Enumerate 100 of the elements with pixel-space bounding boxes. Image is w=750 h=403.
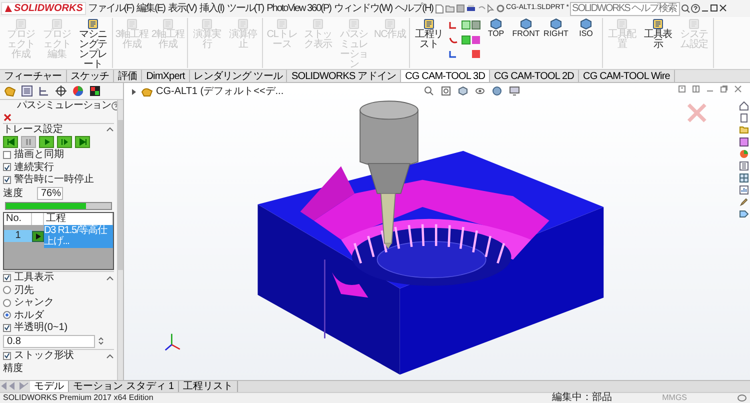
axis-triad-icon <box>164 334 180 351</box>
radio-label: 刃先 <box>14 284 34 296</box>
new-document-icon[interactable] <box>435 4 444 14</box>
hand-icon[interactable] <box>3 85 17 97</box>
panel-title: パスシミュレーション <box>17 100 112 112</box>
chart-icon[interactable] <box>739 185 749 195</box>
ribbon-tab[interactable]: CG CAM-TOOL 3D <box>401 70 490 82</box>
ribbon-button[interactable]: RIGHT <box>541 18 571 68</box>
field-label: 精度 <box>3 362 24 374</box>
speed-value-field[interactable]: 76% <box>37 186 63 200</box>
ribbon-button[interactable]: 工程リスト <box>411 18 447 68</box>
globe-icon[interactable] <box>492 86 502 96</box>
checkbox[interactable] <box>3 352 11 360</box>
checkbox[interactable] <box>3 163 11 172</box>
color-wheel-icon[interactable] <box>71 85 85 97</box>
list-icon[interactable] <box>20 85 34 97</box>
ribbon-button[interactable]: 工具表示 <box>640 18 676 68</box>
checkbox-label: 半透明(0~1) <box>14 322 68 334</box>
menu-item[interactable]: ウィンドウ(W) <box>333 2 394 14</box>
maximize-icon[interactable] <box>710 4 718 13</box>
radio-button[interactable] <box>3 298 11 307</box>
expand-arrow-icon[interactable] <box>130 88 138 96</box>
list-icon[interactable] <box>739 161 749 171</box>
tool-icon <box>87 18 99 30</box>
logo-mark-icon <box>4 4 13 13</box>
zoom-icon[interactable] <box>424 86 434 96</box>
tag-icon[interactable] <box>739 209 749 219</box>
ribbon-button[interactable]: TOP <box>481 18 511 68</box>
checkbox-label: 描画と同期 <box>14 149 64 160</box>
collapse-icon[interactable] <box>106 352 114 359</box>
menu-item[interactable]: 挿入(I) <box>198 2 225 14</box>
zoom-to-area-icon[interactable] <box>441 86 451 96</box>
crosshair-icon[interactable] <box>54 85 68 97</box>
checkbox[interactable] <box>3 176 11 184</box>
search-icon[interactable] <box>681 4 690 13</box>
tree-icon[interactable] <box>37 85 51 97</box>
save-icon[interactable] <box>456 4 466 13</box>
close-icon[interactable] <box>719 4 728 13</box>
split-view-icon[interactable] <box>692 85 700 93</box>
collapse-icon[interactable] <box>106 274 114 281</box>
eye-icon[interactable] <box>475 86 485 96</box>
cube-icon[interactable] <box>458 86 468 96</box>
skip-to-end-icon[interactable] <box>78 138 88 146</box>
tool-icon <box>652 18 664 30</box>
skip-to-start-button[interactable] <box>3 136 18 148</box>
transparency-field[interactable]: 0.8 <box>3 334 95 348</box>
printer-icon[interactable] <box>466 4 476 13</box>
spinner-icon[interactable] <box>98 336 104 346</box>
speed-label: 速度 <box>3 188 23 199</box>
scrollbar[interactable] <box>117 100 123 380</box>
menu-item[interactable]: 編集(E) <box>136 2 166 14</box>
menu-item[interactable]: ツール(T) <box>226 2 265 14</box>
menu-item[interactable]: ファイル(F) <box>86 2 135 14</box>
pointer-icon[interactable] <box>487 4 496 13</box>
part-icon <box>141 86 153 97</box>
radio-label: ホルダ <box>14 310 44 321</box>
step-forward-icon[interactable] <box>60 138 70 146</box>
step-forward-button[interactable] <box>57 136 72 148</box>
table-icon[interactable] <box>739 173 749 183</box>
status-text: 編集中：部品 <box>552 392 612 403</box>
checkbox[interactable] <box>3 274 11 282</box>
monitor-icon[interactable] <box>509 86 520 96</box>
checkbox[interactable] <box>3 324 11 332</box>
checkbox[interactable] <box>3 150 11 159</box>
radio-button[interactable] <box>3 311 11 320</box>
ribbon-button[interactable]: ISO <box>571 18 601 68</box>
ribbon-button[interactable]: マシニングテンプレート <box>75 18 111 68</box>
ribbon-button[interactable]: FRONT <box>511 18 541 68</box>
table-cell[interactable]: 1 <box>4 230 32 242</box>
menu-item[interactable]: ヘルプ(H) <box>394 2 434 14</box>
pencil-icon[interactable] <box>739 197 749 207</box>
document-icon[interactable] <box>739 113 749 123</box>
folder-icon[interactable] <box>739 125 749 135</box>
help-search-field[interactable]: SOLIDWORKS ヘルプ検索 <box>570 2 680 16</box>
checkbox-label: 警告時に一時停止 <box>14 174 94 186</box>
folder-icon[interactable] <box>445 4 456 13</box>
close-icon[interactable] <box>3 112 12 122</box>
section-heading: ストック形状 <box>14 350 74 362</box>
section-heading: 工具表示 <box>14 272 54 284</box>
skip-to-start-icon[interactable] <box>6 138 16 146</box>
bottom-tab[interactable]: モデル <box>30 381 69 392</box>
skip-to-end-button[interactable] <box>75 136 90 148</box>
app-logo-text: SOLIDWORKS <box>14 2 83 14</box>
home-icon[interactable] <box>739 101 749 111</box>
radio-button[interactable] <box>3 286 11 294</box>
restore-icon[interactable] <box>720 85 728 93</box>
radio-label: シャンク <box>14 297 54 308</box>
restore-pane-icon[interactable] <box>678 85 686 93</box>
speed-slider[interactable] <box>5 202 112 210</box>
menu-item[interactable]: 表示(V) <box>167 2 198 14</box>
collapse-icon[interactable] <box>106 126 114 132</box>
menu-item[interactable]: PhotoView 360(P) <box>266 2 332 14</box>
gear-icon[interactable] <box>496 4 506 13</box>
checkbox-label: 連続実行 <box>14 162 54 173</box>
feature-tree-item[interactable]: CG-ALT1 (デフォルト<<デ... <box>156 86 284 98</box>
play-button[interactable] <box>39 136 54 148</box>
color-wheel-icon[interactable] <box>739 149 749 159</box>
help-icon[interactable] <box>691 4 700 13</box>
play-icon[interactable] <box>32 230 44 242</box>
status-text: SOLIDWORKS Premium 2017 x64 Edition <box>3 393 154 403</box>
